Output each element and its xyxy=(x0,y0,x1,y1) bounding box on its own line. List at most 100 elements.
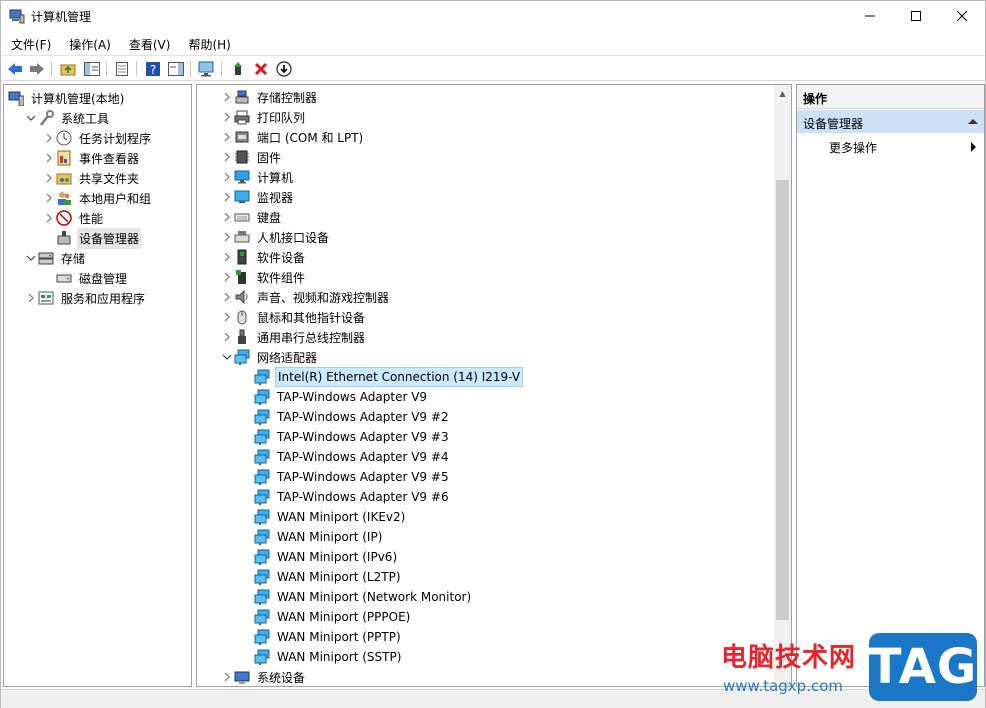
help-icon[interactable]: ? xyxy=(144,60,162,78)
properties-icon[interactable] xyxy=(113,60,131,78)
chevron-right-icon[interactable] xyxy=(221,107,233,127)
show-hide-tree-icon[interactable] xyxy=(83,60,101,78)
device-category-item[interactable]: 固件 xyxy=(221,147,283,167)
update-driver-icon[interactable] xyxy=(229,60,247,78)
chevron-right-icon[interactable] xyxy=(43,208,55,228)
device-category-item[interactable]: 监视器 xyxy=(221,187,295,207)
chevron-right-icon[interactable] xyxy=(221,227,233,247)
device-label: 打印队列 xyxy=(257,110,306,125)
console-tree-item[interactable]: 本地用户和组 xyxy=(43,188,153,208)
menu-view[interactable]: 查看(V) xyxy=(119,33,179,53)
chevron-down-icon[interactable] xyxy=(25,248,37,268)
collapse-arrow-icon[interactable] xyxy=(968,119,978,124)
chevron-right-icon[interactable] xyxy=(221,307,233,327)
device-label: 软件组件 xyxy=(257,270,306,285)
device-category-item[interactable]: 通用串行总线控制器 xyxy=(221,327,367,347)
chevron-right-icon[interactable] xyxy=(221,87,233,107)
chevron-down-icon[interactable] xyxy=(25,108,37,128)
chevron-right-icon[interactable] xyxy=(43,188,55,208)
show-action-pane-icon[interactable] xyxy=(167,60,185,78)
disable-device-icon[interactable] xyxy=(275,60,293,78)
forward-arrow-icon[interactable] xyxy=(28,60,46,78)
device-category-item[interactable]: 鼠标和其他指针设备 xyxy=(221,307,367,327)
console-tree-item[interactable]: 共享文件夹 xyxy=(43,168,141,188)
device-category-item[interactable]: 网络适配器 xyxy=(221,347,319,367)
device-item[interactable]: WAN Miniport (PPPOE) xyxy=(241,607,412,627)
chevron-right-icon[interactable] xyxy=(25,288,37,308)
chevron-right-icon[interactable] xyxy=(221,167,233,187)
minimize-button[interactable] xyxy=(847,1,893,31)
maximize-button[interactable] xyxy=(893,1,939,31)
device-category-item[interactable]: 存储控制器 xyxy=(221,87,319,107)
port-icon xyxy=(233,128,251,146)
device-category-item[interactable]: 系统设备 xyxy=(221,667,307,686)
device-label: 声音、视频和游戏控制器 xyxy=(257,290,390,305)
console-tree-item[interactable]: 性能 xyxy=(43,208,105,228)
device-item[interactable]: TAP-Windows Adapter V9 #4 xyxy=(241,447,451,467)
scrollbar-thumb[interactable] xyxy=(776,180,789,620)
chevron-right-icon[interactable] xyxy=(221,667,233,686)
console-tree-item[interactable]: 任务计划程序 xyxy=(43,128,153,148)
device-item[interactable]: WAN Miniport (IP) xyxy=(241,527,384,547)
device-item[interactable]: WAN Miniport (SSTP) xyxy=(241,647,403,667)
device-item[interactable]: TAP-Windows Adapter V9 #2 xyxy=(241,407,451,427)
device-category-item[interactable]: 声音、视频和游戏控制器 xyxy=(221,287,391,307)
console-tree-item[interactable]: 磁盘管理 xyxy=(43,268,129,288)
device-item[interactable]: WAN Miniport (PPTP) xyxy=(241,627,403,647)
disk-icon xyxy=(55,269,73,287)
device-category-item[interactable]: 软件设备 xyxy=(221,247,307,267)
actions-section-device-manager[interactable]: 设备管理器 xyxy=(797,110,984,133)
console-tree-item[interactable]: 服务和应用程序 xyxy=(25,288,147,308)
device-category-item[interactable]: 端口 (COM 和 LPT) xyxy=(221,127,365,147)
console-tree-item[interactable]: 设备管理器 xyxy=(43,227,142,249)
chevron-right-icon[interactable] xyxy=(221,267,233,287)
close-button[interactable] xyxy=(939,1,985,31)
menu-help[interactable]: 帮助(H) xyxy=(178,33,238,53)
device-category-item[interactable]: 人机接口设备 xyxy=(221,227,331,247)
device-item[interactable]: TAP-Windows Adapter V9 #6 xyxy=(241,487,451,507)
scroll-up-arrow-icon[interactable]: ▲ xyxy=(774,85,791,102)
console-tree-label: 设备管理器 xyxy=(77,227,142,249)
back-arrow-icon[interactable] xyxy=(6,60,24,78)
console-tree-label: 共享文件夹 xyxy=(79,171,140,186)
chevron-right-icon[interactable] xyxy=(43,128,55,148)
console-tree-item[interactable]: 系统工具 xyxy=(25,108,111,128)
chevron-right-icon[interactable] xyxy=(43,168,55,188)
device-item[interactable]: TAP-Windows Adapter V9 #5 xyxy=(241,467,451,487)
device-item[interactable]: WAN Miniport (Network Monitor) xyxy=(241,587,473,607)
console-tree-item[interactable]: 事件查看器 xyxy=(43,148,141,168)
chevron-right-icon[interactable] xyxy=(221,127,233,147)
device-item[interactable]: TAP-Windows Adapter V9 #3 xyxy=(241,427,451,447)
chevron-right-icon[interactable] xyxy=(221,187,233,207)
chevron-right-icon[interactable] xyxy=(221,147,233,167)
device-item[interactable]: Intel(R) Ethernet Connection (14) I219-V xyxy=(241,367,524,387)
device-item[interactable]: WAN Miniport (L2TP) xyxy=(241,567,403,587)
device-category-item[interactable]: 计算机 xyxy=(221,167,295,187)
device-category-item[interactable]: 打印队列 xyxy=(221,107,307,127)
vertical-scrollbar[interactable]: ▲ xyxy=(774,85,791,686)
title-bar: 计算机管理 xyxy=(1,1,985,31)
console-tree-item[interactable]: 计算机管理(本地) xyxy=(7,88,126,108)
device-category-item[interactable]: 键盘 xyxy=(221,207,283,227)
chevron-right-icon[interactable] xyxy=(221,287,233,307)
actions-pane: 操作 设备管理器 更多操作 xyxy=(796,84,985,687)
device-item[interactable]: WAN Miniport (IPv6) xyxy=(241,547,399,567)
chevron-right-icon[interactable] xyxy=(43,148,55,168)
device-category-item[interactable]: 软件组件 xyxy=(221,267,307,287)
up-folder-icon[interactable] xyxy=(59,60,77,78)
uninstall-device-icon[interactable] xyxy=(252,60,270,78)
more-actions-item[interactable]: 更多操作 xyxy=(797,134,984,156)
device-item[interactable]: TAP-Windows Adapter V9 xyxy=(241,387,429,407)
chevron-right-icon[interactable] xyxy=(221,207,233,227)
menu-file[interactable]: 文件(F) xyxy=(1,33,59,53)
chevron-down-icon[interactable] xyxy=(221,347,233,367)
menu-action[interactable]: 操作(A) xyxy=(59,33,119,53)
network-adapter-icon xyxy=(253,428,271,446)
device-label: 计算机 xyxy=(257,170,294,185)
device-item[interactable]: WAN Miniport (IKEv2) xyxy=(241,507,407,527)
chevron-right-icon[interactable] xyxy=(221,247,233,267)
chevron-right-icon[interactable] xyxy=(221,327,233,347)
network-adapter-icon xyxy=(253,368,271,386)
console-tree-item[interactable]: 存储 xyxy=(25,248,87,268)
scan-hardware-icon[interactable] xyxy=(198,60,216,78)
